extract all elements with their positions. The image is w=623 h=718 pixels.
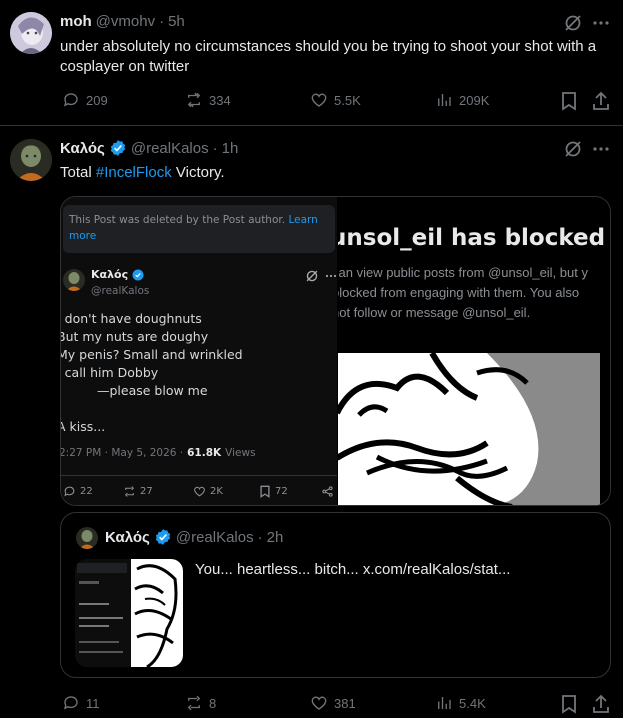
blocked-body-line: not follow or message @unsol_eil. (338, 305, 531, 320)
blocked-body-line: blocked from engaging with them. You als… (338, 285, 580, 300)
like-button[interactable]: 381 (310, 694, 356, 712)
repost-icon (124, 486, 135, 497)
inner-repost-count: 27 (140, 486, 153, 497)
heart-icon (194, 486, 205, 497)
poem-line: I call him Dobby (60, 365, 159, 380)
avatar-bust-icon (10, 139, 52, 181)
view-count: 5.4K (459, 695, 486, 711)
inner-author-handle: @realKalos (91, 285, 150, 297)
media-screenshot-left[interactable]: This Post was deleted by the Post author… (60, 197, 337, 505)
reply-icon (64, 486, 75, 497)
inner-reply-count: 22 (80, 486, 93, 497)
post-text: under absolutely no circumstances should… (60, 38, 597, 75)
quoted-author-handle: @realKalos (175, 528, 254, 546)
like-count: 5.5K (334, 92, 361, 108)
avatar-bust-icon (79, 530, 95, 549)
post-text-suffix: Victory. (171, 164, 225, 181)
inner-timestamp: 2:27 PM · May 5, 2026 · (60, 447, 184, 459)
views-button[interactable]: 5.4K (435, 694, 486, 712)
separator: · (159, 13, 165, 30)
more-options-icon[interactable] (592, 139, 610, 159)
meme-face-image (338, 353, 600, 505)
author-name[interactable]: moh (60, 13, 92, 30)
grok-icon[interactable] (563, 139, 583, 159)
views-icon (438, 697, 451, 709)
inner-author-name: Καλός (91, 268, 129, 281)
verified-badge-icon (155, 529, 170, 545)
post-media[interactable]: This Post was deleted by the Post author… (60, 196, 611, 506)
blocked-body-line: can view public posts from @unsol_eil, b… (338, 265, 588, 280)
author-handle[interactable]: @vmohv (96, 13, 155, 30)
bookmark-icon (260, 485, 270, 498)
reply-count: 209 (86, 92, 108, 108)
avatar-image-icon (10, 12, 52, 54)
heart-icon (311, 696, 327, 710)
heart-icon (311, 93, 327, 107)
poem-line: My penis? Small and wrinkled (60, 347, 243, 362)
repost-count: 8 (209, 695, 217, 711)
like-button[interactable]: 5.5K (310, 91, 361, 109)
poem-line: —please blow me (97, 383, 208, 398)
verified-badge-icon (132, 269, 144, 280)
post-text: Total #IncelFlock Victory. (60, 163, 225, 183)
separator: · (257, 528, 263, 546)
quoted-text: You... heartless... bitch... x.com/realK… (195, 561, 511, 578)
inner-views-label: Views (225, 447, 256, 459)
post-moh[interactable]: moh @vmohv · 5h under absolutely no circ… (0, 0, 623, 125)
reply-button[interactable]: 209 (62, 91, 108, 109)
blocked-headline: unsol_eil has blocked yo (338, 225, 610, 251)
inner-divider (61, 475, 337, 476)
reply-button[interactable]: 11 (62, 694, 100, 712)
author-name[interactable]: Καλός (60, 140, 105, 157)
post-time[interactable]: 1h (222, 140, 239, 157)
repost-button[interactable]: 334 (185, 91, 231, 109)
post-time[interactable]: 5h (168, 13, 185, 30)
view-count: 209K (459, 92, 490, 108)
inner-view-count: 61.8K (187, 447, 222, 459)
repost-button[interactable]: 8 (185, 694, 216, 712)
repost-icon (187, 695, 201, 711)
inner-avatar (63, 269, 85, 291)
separator: · (212, 139, 218, 157)
grok-icon[interactable] (563, 13, 583, 33)
poem-line: But my nuts are doughy (60, 329, 209, 344)
deleted-notice-text: This Post was deleted by the Post author… (69, 214, 318, 242)
share-icon (322, 486, 333, 497)
inner-bookmark-count: 72 (275, 486, 288, 497)
reply-count: 11 (86, 695, 100, 711)
grok-icon (306, 270, 318, 282)
author-handle[interactable]: @realKalos (131, 140, 209, 157)
avatar-bust-icon (66, 272, 82, 291)
bookmark-icon[interactable] (560, 694, 578, 714)
reply-icon (63, 696, 78, 710)
avatar[interactable] (10, 12, 52, 54)
like-count: 381 (334, 695, 356, 711)
quoted-post[interactable]: Καλός @realKalos · 2h You... heartless..… (60, 512, 611, 678)
quoted-author-name: Καλός (105, 528, 150, 546)
post-kalos[interactable]: Καλός @realKalos · 1h Total #IncelFlock … (0, 126, 623, 718)
repost-icon (187, 92, 201, 108)
repost-count: 334 (209, 92, 231, 108)
share-icon[interactable] (592, 694, 610, 714)
more-options-icon[interactable] (592, 13, 610, 33)
bookmark-icon[interactable] (560, 91, 578, 111)
more-options-icon (325, 274, 337, 278)
inner-like-count: 2K (210, 486, 223, 497)
avatar[interactable] (10, 139, 52, 181)
thumbnail-image (75, 559, 183, 667)
views-button[interactable]: 209K (435, 91, 489, 109)
quoted-thumbnail (75, 559, 183, 667)
verified-badge-icon (110, 140, 125, 156)
share-icon[interactable] (592, 91, 610, 111)
avatar (76, 527, 98, 549)
media-screenshot-right[interactable]: unsol_eil has blocked yo can view public… (338, 197, 610, 505)
hashtag-link[interactable]: #IncelFlock (96, 164, 172, 181)
poem-line: A kiss... (60, 419, 106, 434)
post-text-prefix: Total (60, 164, 96, 181)
reply-icon (63, 93, 78, 107)
quoted-post-time: 2h (266, 528, 284, 546)
views-icon (438, 94, 451, 106)
poem-line: I don't have doughnuts (60, 311, 202, 326)
